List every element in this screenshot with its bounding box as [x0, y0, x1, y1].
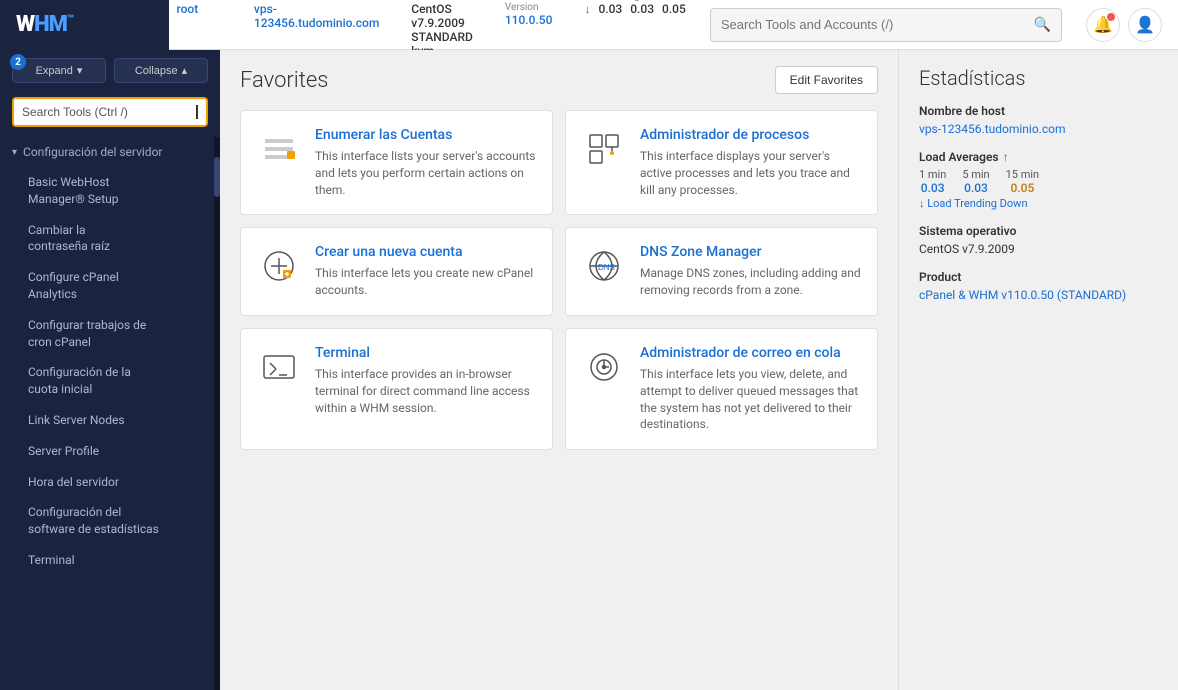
sidebar-search-field[interactable] — [12, 97, 208, 127]
stat-os-label: Sistema operativo — [919, 224, 1158, 238]
sidebar-item-configurar-cron[interactable]: Configurar trabajos decron cPanel — [0, 310, 220, 358]
sidebar-controls: 2 Expand ▾ Collapse ▴ — [0, 50, 220, 91]
top-bar-icons: 🔔 👤 — [1086, 8, 1162, 42]
global-search-input[interactable] — [721, 17, 1034, 32]
expand-button[interactable]: Expand ▾ — [12, 58, 106, 83]
stat-os: Sistema operativo CentOS v7.9.2009 — [919, 224, 1158, 256]
favorites-grid: Enumerar las Cuentas This interface list… — [240, 110, 878, 450]
card-procesos-content: Administrador de procesos This interface… — [640, 127, 861, 198]
sidebar-nav: ▾ Configuración del servidor Basic WebHo… — [0, 137, 220, 690]
notification-dot — [1107, 13, 1115, 21]
sidebar-item-hora-servidor[interactable]: Hora del servidor — [0, 467, 220, 498]
mail-queue-icon — [582, 345, 626, 389]
load-row: 1 min 0.03 5 min 0.03 15 min 0.05 — [919, 168, 1158, 195]
section-chevron-icon: ▾ — [12, 147, 17, 158]
dns-icon: DNS — [582, 244, 626, 288]
favorites-header: Favorites Edit Favorites — [240, 66, 878, 94]
load-down-arrow: ↓ — [584, 2, 590, 16]
load-col-5min: 5 min 0.03 — [962, 168, 989, 195]
sidebar-item-terminal[interactable]: Terminal — [0, 545, 220, 576]
svg-text:DNS: DNS — [598, 263, 615, 272]
load-5min: 0.03 — [630, 2, 654, 16]
stat-product: Product cPanel & WHM v110.0.50 (STANDARD… — [919, 270, 1158, 302]
card-mailqueue-desc: This interface lets you view, delete, an… — [640, 366, 861, 433]
list-icon — [257, 127, 301, 171]
stats-section: Estadísticas Nombre de host vps-123456.t… — [898, 50, 1178, 690]
card-terminal-content: Terminal This interface provides an in-b… — [315, 345, 536, 416]
card-enumerar-cuentas[interactable]: Enumerar las Cuentas This interface list… — [240, 110, 553, 215]
stat-hostname-label: Nombre de host — [919, 104, 1158, 118]
main-layout: 2 Expand ▾ Collapse ▴ ▾ Configuración de… — [0, 50, 1178, 690]
sidebar-scrollbar[interactable] — [214, 137, 220, 690]
card-mail-queue[interactable]: Administrador de correo en cola This int… — [565, 328, 878, 450]
card-terminal[interactable]: Terminal This interface provides an in-b… — [240, 328, 553, 450]
card-crear-cuenta[interactable]: Crear una nueva cuenta This interface le… — [240, 227, 553, 316]
stat-load: Load Averages ↑ 1 min 0.03 5 min 0.03 15… — [919, 150, 1158, 210]
load-col-15min: 15 min 0.05 — [1006, 168, 1040, 195]
stats-title: Estadísticas — [919, 66, 1158, 90]
card-enumerar-title: Enumerar las Cuentas — [315, 127, 536, 143]
process-icon — [582, 127, 626, 171]
card-terminal-title: Terminal — [315, 345, 536, 361]
card-procesos-title: Administrador de procesos — [640, 127, 861, 143]
sidebar-item-server-profile[interactable]: Server Profile — [0, 436, 220, 467]
card-crear-desc: This interface lets you create new cPane… — [315, 265, 536, 299]
stat-os-value: CentOS v7.9.2009 — [919, 242, 1158, 256]
load-trending: ↓ Load Trending Down — [919, 197, 1158, 210]
text-cursor — [196, 105, 198, 119]
sidebar-item-link-server[interactable]: Link Server Nodes — [0, 405, 220, 436]
notifications-button[interactable]: 🔔 — [1086, 8, 1120, 42]
sidebar-item-basic-webhost[interactable]: Basic WebHostManager® Setup — [0, 167, 220, 215]
sidebar-search-wrap[interactable] — [0, 91, 220, 137]
load-15min: 0.05 — [662, 2, 686, 16]
favorites-section: Favorites Edit Favorites En — [220, 50, 898, 690]
card-dns-desc: Manage DNS zones, including adding and r… — [640, 265, 861, 299]
card-terminal-desc: This interface provides an in-browser te… — [315, 366, 536, 416]
sidebar-item-configure-cpanel[interactable]: Configure cPanelAnalytics — [0, 262, 220, 310]
global-search-bar[interactable]: 🔍 — [710, 8, 1062, 42]
collapse-chevron-icon: ▴ — [182, 64, 188, 77]
terminal-icon — [257, 345, 301, 389]
sidebar-item-cambiar-contrasena[interactable]: Cambiar lacontraseña raíz — [0, 215, 220, 263]
card-crear-title: Crear una nueva cuenta — [315, 244, 536, 260]
edit-favorites-button[interactable]: Edit Favorites — [775, 66, 878, 94]
stat-product-label: Product — [919, 270, 1158, 284]
stat-load-label: Load Averages ↑ — [919, 150, 1158, 164]
sidebar-badge: 2 — [10, 54, 26, 70]
collapse-button[interactable]: Collapse ▴ — [114, 58, 208, 83]
nav-section-label: Configuración del servidor — [23, 145, 162, 159]
search-icon: 🔍 — [1034, 17, 1051, 33]
create-account-icon — [257, 244, 301, 288]
sidebar-item-config-estadisticas[interactable]: Configuración delsoftware de estadística… — [0, 497, 220, 545]
card-mailqueue-content: Administrador de correo en cola This int… — [640, 345, 861, 433]
sidebar-item-configuracion-cuota[interactable]: Configuración de lacuota inicial — [0, 357, 220, 405]
card-enumerar-content: Enumerar las Cuentas This interface list… — [315, 127, 536, 198]
stat-product-value: cPanel & WHM v110.0.50 (STANDARD) — [919, 288, 1158, 302]
card-dns-zone[interactable]: DNS DNS Zone Manager Manage DNS zones, i… — [565, 227, 878, 316]
load-up-icon: ↑ — [1003, 150, 1009, 164]
load-1min: 0.03 — [598, 2, 622, 16]
load-col-1min: 1 min 0.03 — [919, 168, 946, 195]
content-area: Favorites Edit Favorites En — [220, 50, 1178, 690]
top-bar: WHM™ Username root Hostname vps-123456.t… — [0, 0, 1178, 50]
favorites-title: Favorites — [240, 68, 328, 93]
sidebar-search-input[interactable] — [22, 105, 195, 119]
card-dns-title: DNS Zone Manager — [640, 244, 861, 260]
card-procesos-desc: This interface displays your server's ac… — [640, 148, 861, 198]
card-mailqueue-title: Administrador de correo en cola — [640, 345, 861, 361]
card-crear-content: Crear una nueva cuenta This interface le… — [315, 244, 536, 299]
nav-section-configuracion[interactable]: ▾ Configuración del servidor — [0, 137, 220, 167]
stat-hostname-value: vps-123456.tudominio.com — [919, 122, 1158, 136]
card-enumerar-desc: This interface lists your server's accou… — [315, 148, 536, 198]
expand-chevron-icon: ▾ — [77, 64, 83, 77]
card-dns-content: DNS Zone Manager Manage DNS zones, inclu… — [640, 244, 861, 299]
sidebar-scrollbar-thumb — [214, 157, 220, 197]
card-admin-procesos[interactable]: Administrador de procesos This interface… — [565, 110, 878, 215]
logo-area: WHM™ — [0, 0, 169, 50]
user-menu-button[interactable]: 👤 — [1128, 8, 1162, 42]
sidebar: 2 Expand ▾ Collapse ▴ ▾ Configuración de… — [0, 50, 220, 690]
whm-logo: WHM™ — [16, 12, 73, 37]
stat-hostname: Nombre de host vps-123456.tudominio.com — [919, 104, 1158, 136]
